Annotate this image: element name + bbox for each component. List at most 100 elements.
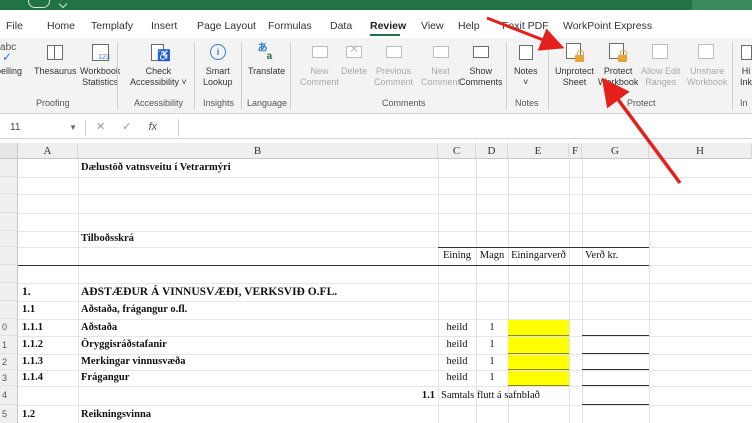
protect-workbook-button[interactable]: Protect Workbook [598,42,638,88]
row-header[interactable] [0,194,18,213]
cell-item-number[interactable]: 1.1.3 [22,354,76,370]
cell-description[interactable]: Öryggisráðstafanir [81,336,435,354]
delete-comment-button[interactable]: ✕ Delete [341,42,367,77]
autosave-toggle[interactable] [28,0,50,8]
next-comment-button[interactable]: Next Comment [421,42,460,88]
column-header-g[interactable]: G [582,143,649,159]
formula-input[interactable] [178,119,752,137]
cell-item-number[interactable]: 1.1.2 [22,336,76,354]
new-comment-button[interactable]: New Comment [300,42,339,88]
cell-quantity[interactable]: 1 [476,336,508,354]
row-header[interactable]: 0 [0,319,18,336]
enter-icon[interactable]: ✓ [122,121,131,133]
column-header-c[interactable]: C [438,143,476,159]
column-header-b[interactable]: B [78,143,438,159]
cell-description[interactable]: Aðstaða, frágangur o.fl. [81,301,435,319]
cell-unit[interactable]: heild [438,319,476,336]
tab-review[interactable]: Review [370,20,406,32]
tab-home[interactable]: Home [47,20,75,32]
column-header-e[interactable]: E [508,143,569,159]
row-header[interactable] [0,247,18,265]
cell-item-number[interactable]: 1.2 [22,405,76,423]
cell-item-number[interactable]: 1.1 [22,301,76,319]
unprotect-sheet-button[interactable]: Unprotect Sheet [555,42,594,88]
tab-data[interactable]: Data [330,20,352,32]
worksheet-grid[interactable]: A B C D E F G H Dælustöð vatnsveitu í Ve… [0,143,752,423]
cell-quantity[interactable]: 1 [476,354,508,370]
cancel-icon[interactable]: ✕ [96,121,105,133]
cell-item-number[interactable]: 1.1.1 [22,319,76,336]
unshare-workbook-button[interactable]: Unshare Workbook [687,42,727,88]
cell-unit[interactable]: heild [438,354,476,370]
cell-unit-price-header[interactable]: Einingarverð [508,247,569,265]
column-header-f[interactable]: F [569,143,582,159]
cell-unit[interactable]: heild [438,336,476,354]
notes-button[interactable]: Notes ˅ [514,42,538,88]
check-accessibility-button[interactable]: ♿ Check Accessibility ˅ [130,42,187,88]
workbook-statistics-button[interactable]: 123 Workbook Statistics [80,42,120,88]
tab-formulas[interactable]: Formulas [268,20,312,32]
tab-workpoint-express[interactable]: WorkPoint Express [563,20,652,32]
hide-ink-button[interactable]: Hi Ink [740,42,752,88]
cell-total-label[interactable]: Samtals flutt á safnblað [441,386,582,405]
delete-comment-icon: ✕ [343,42,365,64]
highlighted-input-cell[interactable] [508,320,569,336]
tab-help[interactable]: Help [458,20,480,32]
cell-subtotal-ref[interactable]: 1.1 [381,386,435,405]
cell-description[interactable]: Tilboðsskrá [81,231,435,247]
tab-view[interactable]: View [421,20,444,32]
highlighted-input-cell[interactable] [508,337,569,354]
row-header[interactable] [0,283,18,301]
tab-insert[interactable]: Insert [151,20,177,32]
row-header[interactable]: 3 [0,370,18,386]
row-header[interactable]: 4 [0,386,18,405]
cell-item-number[interactable]: 1. [22,283,76,301]
row-header[interactable]: 1 [0,336,18,354]
highlighted-input-cell[interactable] [508,355,569,370]
column-header-d[interactable]: D [476,143,508,159]
row-header[interactable] [0,177,18,194]
smart-lookup-button[interactable]: i Smart Lookup [203,42,233,88]
cell-unit[interactable]: heild [438,370,476,386]
row-header[interactable] [0,301,18,319]
cell-description[interactable]: Reikningsvinna [81,405,435,423]
column-header-a[interactable]: A [18,143,78,159]
cell-item-number[interactable]: 1.1.4 [22,370,76,386]
tab-file[interactable]: File [6,20,23,32]
row-header[interactable]: 2 [0,354,18,370]
spelling-button[interactable]: abc ✓ pelling [0,42,22,77]
cell-quantity[interactable]: Magn [476,247,508,265]
cell-unit[interactable]: Eining [438,247,476,265]
tab-page-layout[interactable]: Page Layout [197,20,256,32]
cell-description[interactable]: AÐSTÆÐUR Á VINNUSVÆÐI, VERKSVIÐ O.FL. [81,283,435,301]
insert-function-icon[interactable]: fx [149,121,158,133]
tab-templafy[interactable]: Templafy [91,20,133,32]
chevron-down-icon[interactable]: ▼ [69,120,77,136]
cell-description[interactable]: Dælustöð vatnsveitu í Vetrarmýri [81,159,435,177]
row-header[interactable] [0,231,18,247]
tab-foxit-pdf[interactable]: Foxit PDF [502,20,549,32]
row-header[interactable] [0,213,18,231]
cell-description[interactable]: Merkingar vinnusvæða [81,354,435,370]
delete-comment-label: Delete [341,66,368,76]
column-header-h[interactable]: H [649,143,752,159]
cell-description[interactable]: Frágangur [81,370,435,386]
thesaurus-icon [44,42,66,64]
row-header[interactable] [0,159,18,177]
cell-quantity[interactable]: 1 [476,319,508,336]
quick-access-dropdown-icon[interactable] [58,0,68,9]
select-all-corner[interactable] [0,143,18,159]
account-area[interactable] [692,0,752,10]
cell-price-header[interactable]: Verð kr. [585,247,649,265]
row-header[interactable]: 5 [0,405,18,423]
thesaurus-button[interactable]: Thesaurus [34,42,77,77]
allow-edit-ranges-button[interactable]: Allow Edit Ranges [641,42,681,88]
show-comments-button[interactable]: Show Comments [459,42,503,88]
row-header[interactable] [0,265,18,283]
name-box[interactable]: 11 ▼ [0,120,86,136]
cell-description[interactable]: Aðstaða [81,319,435,336]
highlighted-input-cell[interactable] [508,371,569,386]
cell-quantity[interactable]: 1 [476,370,508,386]
previous-comment-button[interactable]: Previous Comment [374,42,413,88]
translate-button[interactable]: あ a Translate [248,42,285,77]
